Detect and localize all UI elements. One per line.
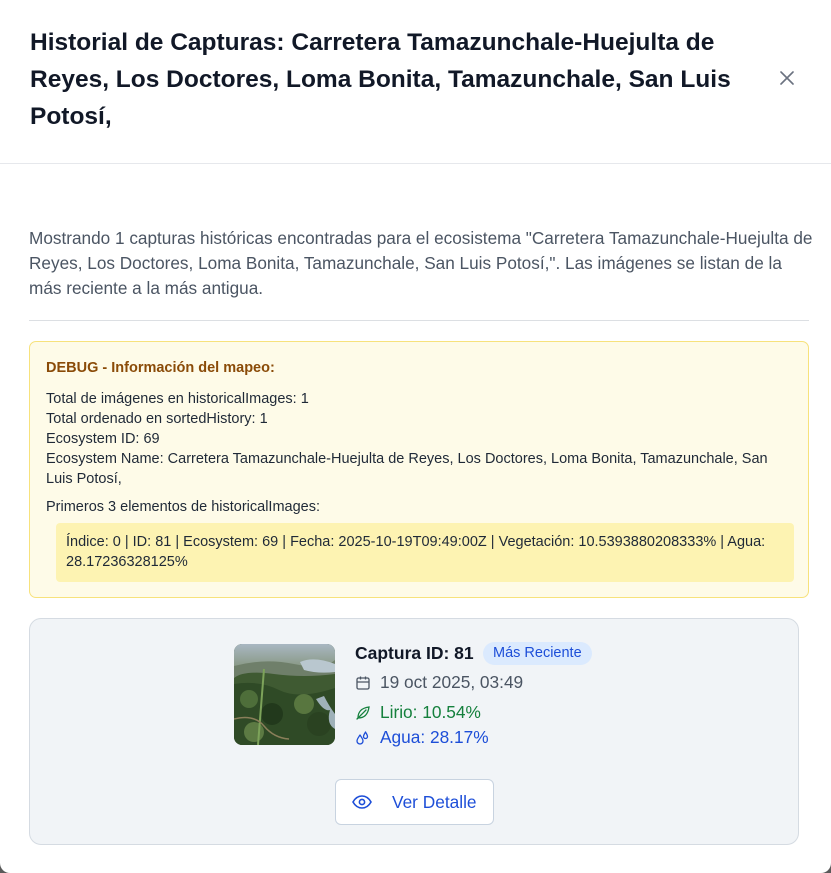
capture-title: Captura ID: 81	[355, 643, 474, 663]
debug-title: DEBUG - Información del mapeo:	[46, 360, 275, 376]
debug-item: Índice: 0 | ID: 81 | Ecosystem: 69 | Fec…	[56, 523, 794, 582]
agua-row: Agua: 28.17%	[355, 727, 489, 748]
modal-title: Historial de Capturas: Carretera Tamazun…	[30, 29, 731, 130]
debug-line: Ecosystem ID: 69	[46, 431, 160, 447]
lirio-row: Lirio: 10.54%	[355, 702, 481, 723]
capture-thumbnail[interactable]	[234, 644, 335, 745]
close-button[interactable]	[776, 67, 798, 89]
agua-value: Agua: 28.17%	[380, 727, 489, 747]
droplets-icon	[355, 730, 371, 746]
leaf-icon	[355, 705, 371, 721]
eye-icon	[352, 795, 372, 809]
modal-header: Historial de Capturas: Carretera Tamazun…	[0, 0, 831, 164]
debug-line: Total de imágenes en historicalImages: 1	[46, 391, 309, 407]
calendar-icon	[355, 675, 371, 691]
capture-card: Captura ID: 81 Más Reciente 19 oct 2025,…	[29, 618, 799, 845]
lirio-value: Lirio: 10.54%	[380, 702, 481, 722]
view-detail-label: Ver Detalle	[392, 791, 477, 812]
divider	[29, 320, 809, 321]
capture-date: 19 oct 2025, 03:49	[380, 672, 524, 692]
debug-line: Ecosystem Name: Carretera Tamazunchale-H…	[46, 451, 768, 487]
view-detail-button[interactable]: Ver Detalle	[335, 779, 494, 825]
aerial-image	[234, 644, 335, 745]
history-description: Mostrando 1 capturas históricas encontra…	[29, 228, 813, 298]
debug-subtitle: Primeros 3 elementos de historicalImages…	[46, 499, 321, 515]
capture-history-modal: Historial de Capturas: Carretera Tamazun…	[0, 0, 831, 873]
debug-lines: Total de imágenes en historicalImages: 1…	[46, 389, 798, 489]
debug-panel: DEBUG - Información del mapeo: Total de …	[29, 341, 809, 598]
most-recent-badge: Más Reciente	[483, 642, 592, 665]
capture-date-row: 19 oct 2025, 03:49	[355, 672, 523, 693]
debug-line: Total ordenado en sortedHistory: 1	[46, 411, 268, 427]
close-icon	[780, 71, 794, 85]
